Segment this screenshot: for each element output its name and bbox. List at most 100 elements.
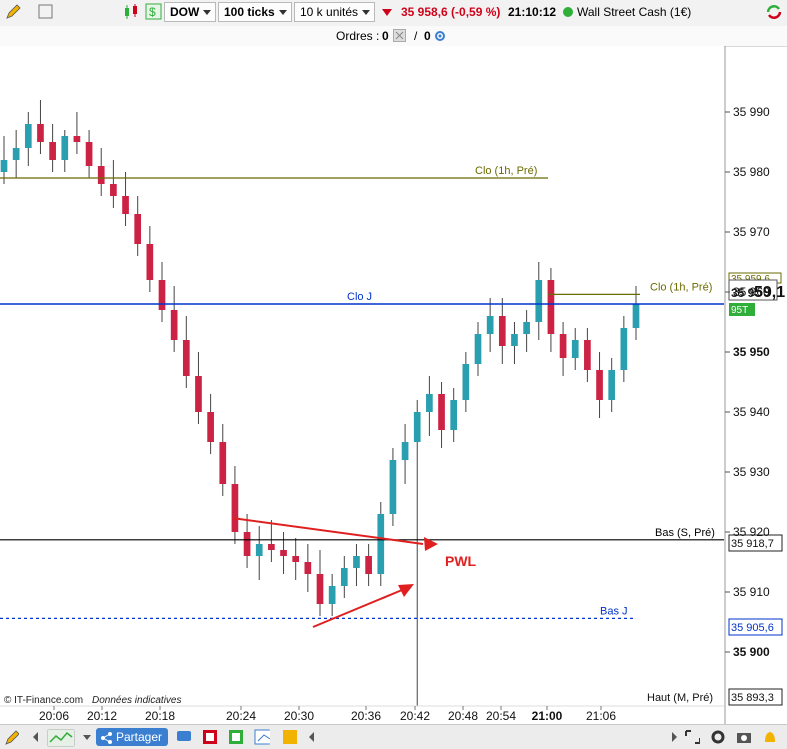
candle-body xyxy=(596,370,603,400)
candle-body xyxy=(328,586,336,604)
refresh-icon[interactable] xyxy=(764,3,784,21)
candle-body xyxy=(24,124,32,148)
x-tick-label: 20:18 xyxy=(145,709,175,723)
candle-body xyxy=(426,394,433,412)
pencil-icon[interactable] xyxy=(4,3,22,21)
indicator-icon[interactable] xyxy=(228,729,244,745)
candle-body xyxy=(450,400,458,430)
candle-body xyxy=(146,244,154,280)
bas-j-tag: 35 905,6 xyxy=(731,622,774,634)
orders-settings-icon[interactable] xyxy=(433,29,447,46)
watermark-note: Données indicatives xyxy=(92,695,182,706)
candle-body xyxy=(97,166,105,184)
status-bar: Partager xyxy=(0,724,787,749)
share-icon xyxy=(101,732,112,744)
x-tick-label: 20:54 xyxy=(486,709,516,723)
candle-body xyxy=(462,364,470,400)
candle-body xyxy=(377,514,385,574)
zoom-icon[interactable] xyxy=(684,729,700,745)
reference-line-label: Clo J xyxy=(347,291,372,303)
x-tick-label: 20:12 xyxy=(87,709,117,723)
orders-count-b: 0 xyxy=(424,29,431,43)
candle-body xyxy=(389,460,397,514)
candlestick-icon[interactable] xyxy=(122,3,142,21)
candle-body xyxy=(632,304,640,328)
x-tick-label: 20:24 xyxy=(226,709,256,723)
interval-dropdown[interactable]: 100 ticks xyxy=(218,2,292,22)
candle-body xyxy=(12,148,20,160)
orders-separator: / xyxy=(414,29,418,43)
connection-dot-icon xyxy=(562,3,574,21)
plot-area xyxy=(0,46,724,724)
layout-icon[interactable] xyxy=(254,729,270,745)
orders-count-a: 0 xyxy=(382,29,389,43)
candle-body xyxy=(122,196,129,214)
ticks-badge-label: 95T xyxy=(731,305,748,316)
candle-body xyxy=(316,574,324,604)
candle-body xyxy=(280,550,287,556)
share-button[interactable]: Partager xyxy=(96,728,169,746)
y-tick-label: 35 910 xyxy=(733,585,770,599)
window-icon[interactable] xyxy=(38,3,54,21)
candle-body xyxy=(170,310,178,340)
text-icon[interactable] xyxy=(282,729,298,745)
y-tick-label: 35 990 xyxy=(733,105,770,119)
candle-body xyxy=(511,334,518,346)
orders-bar: Ordres : 0 / 0 xyxy=(0,26,787,47)
candle-body xyxy=(413,412,421,442)
candle-body xyxy=(134,214,142,244)
candle-body xyxy=(340,568,348,586)
watermark: © IT-Finance.com xyxy=(4,695,83,706)
symbol-dropdown[interactable]: DOW xyxy=(164,2,217,22)
alarm-icon[interactable] xyxy=(762,729,778,745)
candle-body xyxy=(523,322,530,334)
candle-body xyxy=(182,340,190,376)
candle-body xyxy=(85,142,93,166)
candle-body xyxy=(365,556,372,574)
chat-icon[interactable] xyxy=(176,729,192,745)
line-chart-icon[interactable] xyxy=(47,729,75,747)
scroll-left-icon[interactable] xyxy=(306,729,322,745)
camera-icon[interactable] xyxy=(736,729,752,745)
candle-body xyxy=(243,532,251,556)
candle-body xyxy=(255,544,263,556)
pencil-icon[interactable] xyxy=(3,729,19,745)
candle-body xyxy=(49,142,56,160)
candle-body xyxy=(620,328,628,370)
haut-m-tag: 35 893,3 xyxy=(731,692,774,704)
scroll-left-icon[interactable] xyxy=(30,729,46,745)
candle-body xyxy=(547,280,555,334)
y-tick-label: 35 930 xyxy=(733,465,770,479)
candle-body xyxy=(207,412,214,442)
y-tick-label: 35 920 xyxy=(733,525,770,539)
gear-icon[interactable] xyxy=(710,729,726,745)
share-label: Partager xyxy=(116,730,163,744)
candle-body xyxy=(474,334,482,364)
x-tick-label: 21:00 xyxy=(532,709,563,723)
candle-body xyxy=(0,160,8,172)
top-toolbar: $ DOW 100 ticks 10 k unités 35 958,6 (-0… xyxy=(0,0,787,27)
units-dropdown[interactable]: 10 k unités xyxy=(294,2,376,22)
reference-line-label: Clo (1h, Pré) xyxy=(650,281,712,293)
x-tick-label: 20:06 xyxy=(39,709,69,723)
price-chart[interactable]: Clo (1h, Pré) Clo J Clo (1h, Pré) Bas (S, P… xyxy=(0,46,787,724)
candle-body xyxy=(486,316,494,334)
x-tick-label: 20:42 xyxy=(400,709,430,723)
candle-body xyxy=(219,442,227,484)
y-tick-label: 35 900 xyxy=(733,645,770,659)
candle-body xyxy=(498,316,506,346)
x-tick-label: 21:06 xyxy=(586,709,616,723)
candle-body xyxy=(438,394,445,430)
orders-label: Ordres : xyxy=(336,29,380,43)
y-tick-label: 35 960 xyxy=(733,285,770,299)
candle-body xyxy=(608,370,616,400)
y-tick-label: 35 980 xyxy=(733,165,770,179)
tools-icon[interactable] xyxy=(202,729,218,745)
dollar-icon[interactable]: $ xyxy=(145,3,163,21)
orders-cancel-icon[interactable] xyxy=(393,29,406,45)
candle-body xyxy=(268,544,275,550)
clock-time: 21:10:12 xyxy=(508,5,557,19)
candle-body xyxy=(401,442,409,460)
candle-body xyxy=(110,184,117,196)
down-arrow-icon xyxy=(380,3,394,21)
